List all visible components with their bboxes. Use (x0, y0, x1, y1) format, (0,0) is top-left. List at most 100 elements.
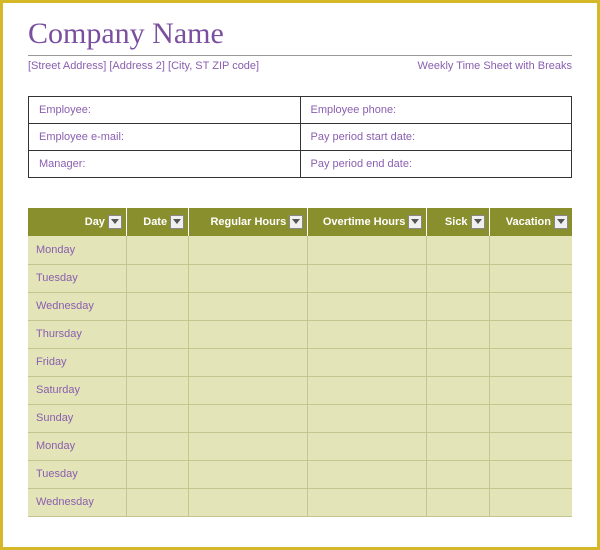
info-row: Employee e-mail: Pay period start date: (29, 124, 572, 151)
cell-overtime[interactable] (308, 460, 427, 488)
cell-sick[interactable] (427, 460, 489, 488)
cell-vacation[interactable] (489, 236, 572, 264)
table-row: Thursday (28, 320, 572, 348)
cell-date[interactable] (126, 432, 188, 460)
header-label: Overtime Hours (323, 216, 406, 228)
cell-vacation[interactable] (489, 292, 572, 320)
column-header-sick[interactable]: Sick (427, 208, 489, 236)
cell-day[interactable]: Monday (28, 236, 126, 264)
cell-day[interactable]: Wednesday (28, 292, 126, 320)
filter-dropdown-icon[interactable] (471, 215, 485, 229)
cell-overtime[interactable] (308, 488, 427, 516)
cell-sick[interactable] (427, 320, 489, 348)
cell-overtime[interactable] (308, 404, 427, 432)
table-row: Tuesday (28, 264, 572, 292)
info-row: Manager: Pay period end date: (29, 151, 572, 178)
cell-sick[interactable] (427, 432, 489, 460)
cell-day[interactable]: Monday (28, 432, 126, 460)
cell-overtime[interactable] (308, 292, 427, 320)
cell-sick[interactable] (427, 236, 489, 264)
employee-phone-label[interactable]: Employee phone: (300, 97, 572, 124)
table-row: Wednesday (28, 292, 572, 320)
cell-vacation[interactable] (489, 320, 572, 348)
cell-date[interactable] (126, 404, 188, 432)
header-label: Day (85, 216, 105, 228)
employee-label[interactable]: Employee: (29, 97, 301, 124)
cell-vacation[interactable] (489, 264, 572, 292)
cell-date[interactable] (126, 460, 188, 488)
cell-day[interactable]: Tuesday (28, 460, 126, 488)
column-header-day[interactable]: Day (28, 208, 126, 236)
employee-email-label[interactable]: Employee e-mail: (29, 124, 301, 151)
cell-date[interactable] (126, 292, 188, 320)
address-text: [Street Address] [Address 2] [City, ST Z… (28, 60, 259, 72)
address-row: [Street Address] [Address 2] [City, ST Z… (28, 60, 572, 72)
filter-dropdown-icon[interactable] (408, 215, 422, 229)
cell-vacation[interactable] (489, 460, 572, 488)
filter-dropdown-icon[interactable] (289, 215, 303, 229)
cell-regular[interactable] (189, 292, 308, 320)
cell-regular[interactable] (189, 348, 308, 376)
cell-date[interactable] (126, 376, 188, 404)
cell-day[interactable]: Thursday (28, 320, 126, 348)
cell-sick[interactable] (427, 348, 489, 376)
document-title: Weekly Time Sheet with Breaks (418, 60, 572, 72)
cell-regular[interactable] (189, 376, 308, 404)
cell-sick[interactable] (427, 488, 489, 516)
table-row: Tuesday (28, 460, 572, 488)
cell-overtime[interactable] (308, 432, 427, 460)
header-label: Regular Hours (210, 216, 286, 228)
cell-regular[interactable] (189, 236, 308, 264)
filter-dropdown-icon[interactable] (170, 215, 184, 229)
cell-day[interactable]: Tuesday (28, 264, 126, 292)
cell-overtime[interactable] (308, 320, 427, 348)
cell-vacation[interactable] (489, 404, 572, 432)
cell-regular[interactable] (189, 320, 308, 348)
cell-vacation[interactable] (489, 376, 572, 404)
filter-dropdown-icon[interactable] (108, 215, 122, 229)
table-row: Wednesday (28, 488, 572, 516)
cell-regular[interactable] (189, 264, 308, 292)
column-header-date[interactable]: Date (126, 208, 188, 236)
cell-regular[interactable] (189, 488, 308, 516)
cell-date[interactable] (126, 488, 188, 516)
column-header-vacation[interactable]: Vacation (489, 208, 572, 236)
cell-vacation[interactable] (489, 348, 572, 376)
manager-label[interactable]: Manager: (29, 151, 301, 178)
cell-vacation[interactable] (489, 488, 572, 516)
cell-regular[interactable] (189, 404, 308, 432)
table-row: Friday (28, 348, 572, 376)
table-row: Monday (28, 432, 572, 460)
cell-date[interactable] (126, 348, 188, 376)
pay-period-end-label[interactable]: Pay period end date: (300, 151, 572, 178)
cell-vacation[interactable] (489, 432, 572, 460)
cell-regular[interactable] (189, 460, 308, 488)
cell-day[interactable]: Friday (28, 348, 126, 376)
cell-sick[interactable] (427, 404, 489, 432)
cell-day[interactable]: Saturday (28, 376, 126, 404)
table-row: Sunday (28, 404, 572, 432)
cell-overtime[interactable] (308, 264, 427, 292)
filter-dropdown-icon[interactable] (554, 215, 568, 229)
cell-sick[interactable] (427, 264, 489, 292)
cell-date[interactable] (126, 264, 188, 292)
timesheet-table: Day Date Regul (28, 208, 572, 517)
cell-sick[interactable] (427, 376, 489, 404)
header-label: Date (143, 216, 167, 228)
pay-period-start-label[interactable]: Pay period start date: (300, 124, 572, 151)
column-header-regular-hours[interactable]: Regular Hours (189, 208, 308, 236)
cell-overtime[interactable] (308, 348, 427, 376)
cell-overtime[interactable] (308, 376, 427, 404)
header-label: Vacation (506, 216, 551, 228)
header-row: Day Date Regul (28, 208, 572, 236)
cell-regular[interactable] (189, 432, 308, 460)
table-row: Saturday (28, 376, 572, 404)
cell-day[interactable]: Wednesday (28, 488, 126, 516)
header-label: Sick (445, 216, 468, 228)
cell-date[interactable] (126, 320, 188, 348)
cell-date[interactable] (126, 236, 188, 264)
cell-overtime[interactable] (308, 236, 427, 264)
cell-sick[interactable] (427, 292, 489, 320)
column-header-overtime-hours[interactable]: Overtime Hours (308, 208, 427, 236)
cell-day[interactable]: Sunday (28, 404, 126, 432)
